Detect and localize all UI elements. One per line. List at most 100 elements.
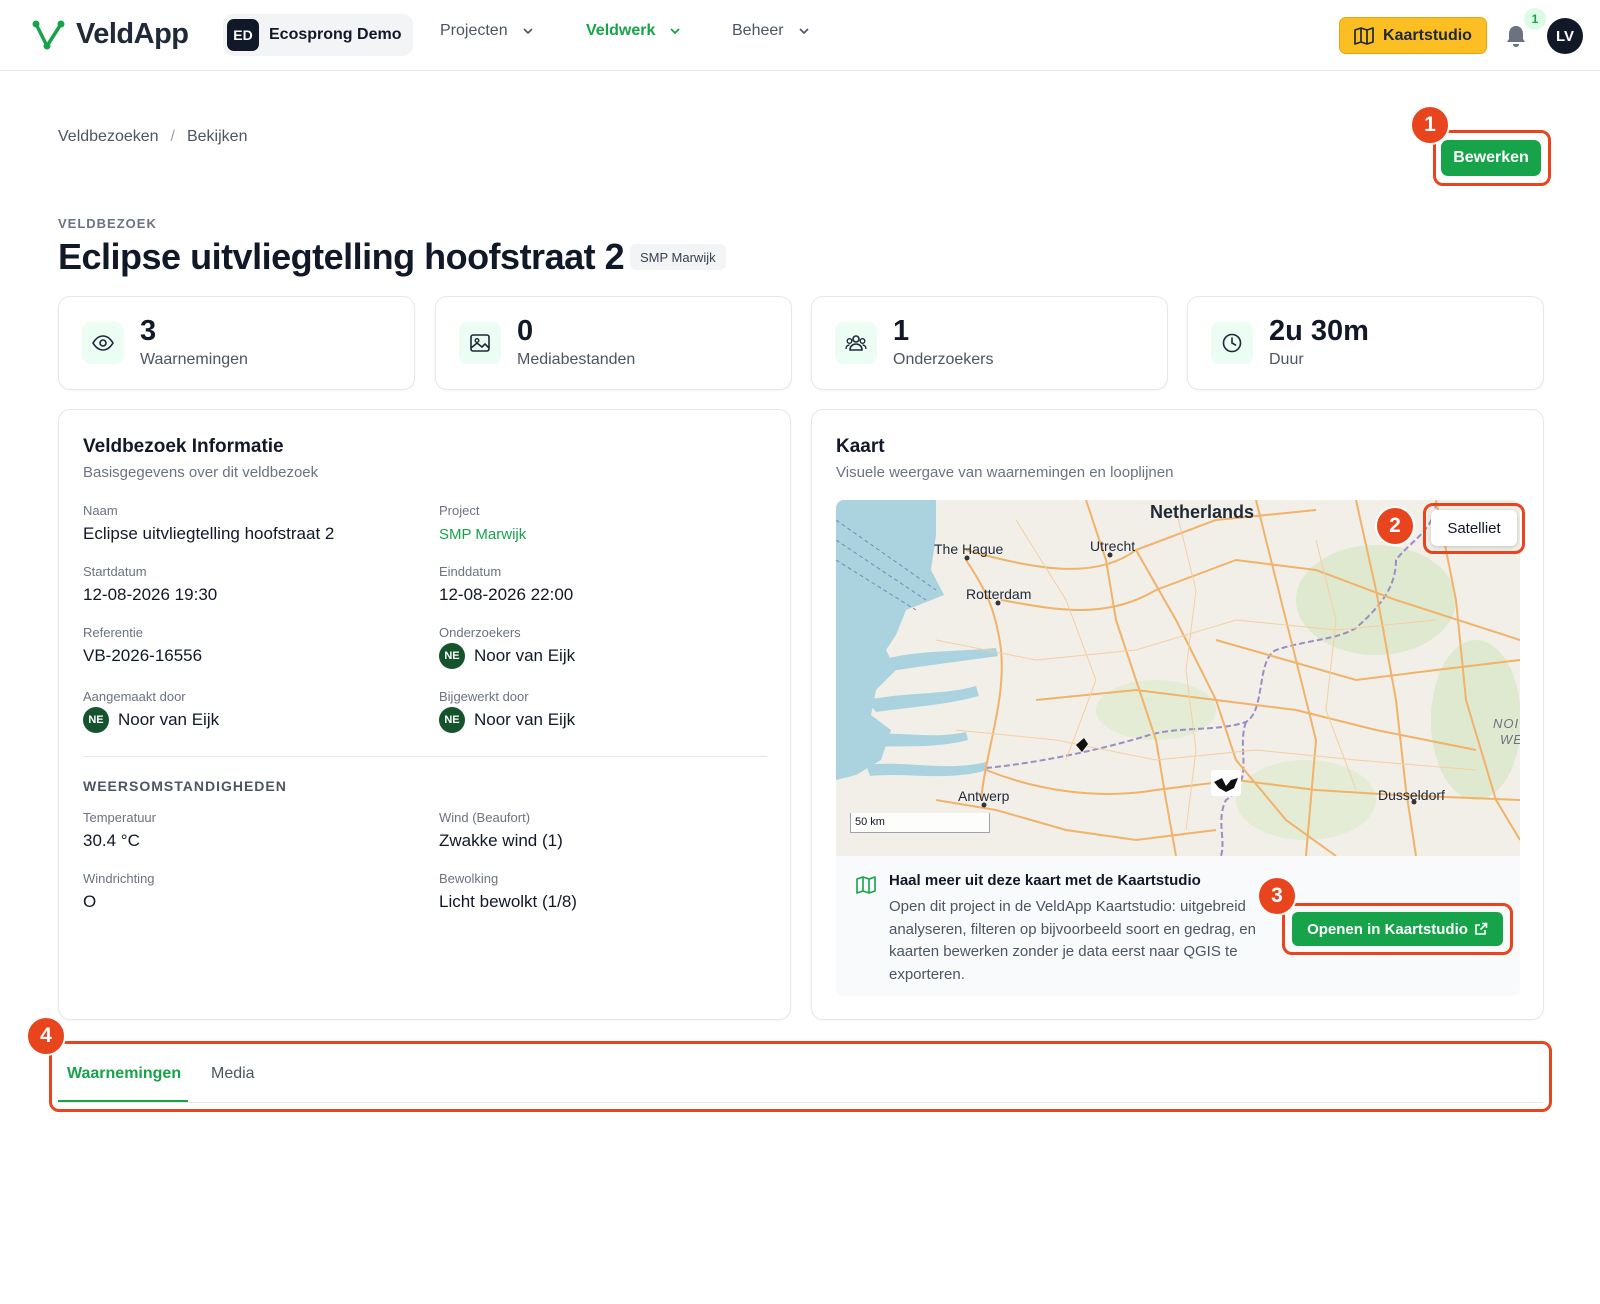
field-value-einddatum: 12-08-2026 22:00 xyxy=(439,585,574,604)
org-name: Ecosprong Demo xyxy=(269,26,402,43)
user-avatar-initials: NE xyxy=(439,643,465,669)
stat-value: 3 xyxy=(140,315,157,347)
map-label-antwerp: Antwerp xyxy=(958,788,1010,804)
image-icon xyxy=(459,322,501,364)
field-label-windrichting: Windrichting xyxy=(83,871,155,886)
kaartstudio-label: Kaartstudio xyxy=(1383,26,1472,44)
panel-title: Kaart xyxy=(836,436,885,457)
nav-projecten[interactable]: Projecten xyxy=(440,22,534,40)
chevron-down-icon xyxy=(799,28,809,35)
map-label-utrecht: Utrecht xyxy=(1090,538,1136,554)
map-scale: 50 km xyxy=(850,813,990,833)
field-label-bewolking: Bewolking xyxy=(439,871,499,886)
nav-beheer-label: Beheer xyxy=(732,22,784,39)
map-view[interactable]: Netherlands The Hague Utrecht Rotterdam … xyxy=(836,500,1520,856)
map-label-netherlands: Netherlands xyxy=(1150,502,1255,522)
field-label-einddatum: Einddatum xyxy=(439,564,502,579)
annotation-marker-1: 1 xyxy=(1410,105,1450,145)
veldbezoek-info-panel: Veldbezoek Informatie Basisgegevens over… xyxy=(58,409,791,1020)
stat-label: Onderzoekers xyxy=(893,351,994,368)
chevron-down-icon xyxy=(670,28,681,35)
top-navigation-bar: VeldApp ED Ecosprong Demo Projecten Veld… xyxy=(0,0,1600,71)
annotation-marker-3: 3 xyxy=(1257,876,1297,916)
field-value-startdatum: 12-08-2026 19:30 xyxy=(83,585,218,604)
panel-subtitle: Visuele weergave van waarnemingen en loo… xyxy=(836,464,1174,481)
field-value-bewolking: Licht bewolkt (1/8) xyxy=(439,892,577,911)
stat-label: Mediabestanden xyxy=(517,351,636,368)
eye-icon xyxy=(82,322,124,364)
clock-icon xyxy=(1211,322,1253,364)
veldapp-logo-icon xyxy=(32,20,65,49)
nav-projecten-label: Projecten xyxy=(440,22,508,39)
field-label-temperatuur: Temperatuur xyxy=(83,810,156,825)
field-label-aangemaakt: Aangemaakt door xyxy=(83,689,186,704)
stat-value: 0 xyxy=(517,315,534,347)
bell-icon[interactable] xyxy=(1505,24,1527,48)
created-by-name: Noor van Eijk xyxy=(118,710,220,729)
updated-by-name: Noor van Eijk xyxy=(474,710,576,729)
stat-value: 1 xyxy=(893,315,910,347)
notification-count-badge: 1 xyxy=(1524,8,1546,30)
field-label-wind: Wind (Beaufort) xyxy=(439,810,531,825)
kaartstudio-button[interactable]: Kaartstudio xyxy=(1339,17,1487,54)
stat-label: Duur xyxy=(1269,351,1304,368)
user-avatar-initials: NE xyxy=(83,707,109,733)
breadcrumb-bekijken: Bekijken xyxy=(186,128,248,145)
field-label-startdatum: Startdatum xyxy=(83,564,147,579)
promo-title: Haal meer uit deze kaart met de Kaartstu… xyxy=(889,872,1201,889)
breadcrumb-veldbezoeken[interactable]: Veldbezoeken xyxy=(58,128,159,146)
organization-switcher[interactable]: ED Ecosprong Demo xyxy=(223,14,414,56)
nav-beheer[interactable]: Beheer xyxy=(732,22,810,40)
panel-title: Veldbezoek Informatie xyxy=(83,436,284,457)
user-avatar[interactable]: LV xyxy=(1547,18,1583,54)
highlight-satellite-button xyxy=(1423,503,1525,554)
field-value-wind: Zwakke wind (1) xyxy=(439,831,563,850)
highlight-open-kaartstudio xyxy=(1282,903,1513,955)
weather-heading: WEERSOMSTANDIGHEDEN xyxy=(83,778,287,794)
promo-text: Open dit project in de VeldApp Kaartstud… xyxy=(889,898,1256,983)
breadcrumb-separator: / xyxy=(170,128,175,145)
breadcrumb: Veldbezoeken / Bekijken xyxy=(58,128,247,146)
map-label-dusseldorf: Dusseldorf xyxy=(1378,787,1445,803)
map-label-the-hague: The Hague xyxy=(934,541,1004,557)
researcher-item: NE Noor van Eijk xyxy=(439,643,575,669)
field-label-bijgewerkt: Bijgewerkt door xyxy=(439,689,529,704)
field-label-naam: Naam xyxy=(83,503,118,518)
stat-card-onderzoekers: 1 Onderzoekers xyxy=(811,296,1168,390)
created-by-item: NE Noor van Eijk xyxy=(83,707,219,733)
section-divider xyxy=(83,756,767,757)
stat-card-mediabestanden: 0 Mediabestanden xyxy=(435,296,792,390)
annotation-marker-2: 2 xyxy=(1375,506,1415,546)
map-label-region: NOI xyxy=(1493,716,1520,731)
nav-veldwerk-label: Veldwerk xyxy=(586,22,656,39)
org-initials: ED xyxy=(227,19,259,51)
page-eyebrow: VELDBEZOEK xyxy=(58,216,157,231)
project-badge: SMP Marwijk xyxy=(630,244,726,270)
project-link[interactable]: SMP Marwijk xyxy=(439,526,526,543)
field-value-windrichting: O xyxy=(83,892,97,911)
highlight-tabs xyxy=(49,1041,1552,1112)
field-label-referentie: Referentie xyxy=(83,625,143,640)
user-avatar-initials: NE xyxy=(439,707,465,733)
annotation-marker-4: 4 xyxy=(26,1016,66,1056)
field-label-project: Project xyxy=(439,503,480,518)
stat-value: 2u 30m xyxy=(1269,315,1369,347)
stat-label: Waarnemingen xyxy=(140,351,248,368)
app-logo[interactable]: VeldApp xyxy=(32,18,189,51)
map-label-rotterdam: Rotterdam xyxy=(966,586,1032,602)
users-icon xyxy=(835,322,877,364)
updated-by-item: NE Noor van Eijk xyxy=(439,707,575,733)
field-label-onderzoekers: Onderzoekers xyxy=(439,625,521,640)
stat-card-duur: 2u 30m Duur xyxy=(1187,296,1544,390)
nav-veldwerk[interactable]: Veldwerk xyxy=(586,22,681,40)
stat-card-waarnemingen: 3 Waarnemingen xyxy=(58,296,415,390)
map-icon xyxy=(1354,26,1374,45)
field-value-referentie: VB-2026-16556 xyxy=(83,646,203,665)
researcher-name: Noor van Eijk xyxy=(474,646,576,665)
field-value-temperatuur: 30.4 °C xyxy=(83,831,140,850)
field-value-naam: Eclipse uitvliegtelling hoofstraat 2 xyxy=(83,524,335,543)
app-name: VeldApp xyxy=(76,18,189,50)
highlight-edit-button xyxy=(1433,130,1551,186)
panel-subtitle: Basisgegevens over dit veldbezoek xyxy=(83,464,319,481)
map-label-region: WE xyxy=(1500,732,1520,747)
